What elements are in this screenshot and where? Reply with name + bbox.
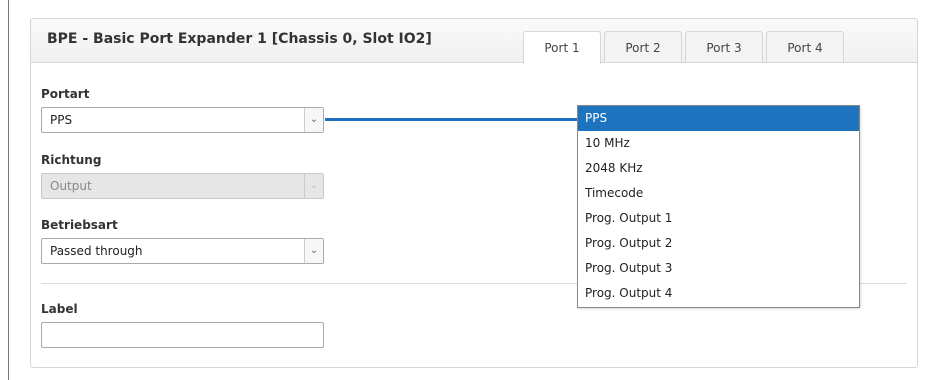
betriebsart-value: Passed through <box>50 244 143 258</box>
dropdown-option-10mhz[interactable]: 10 MHz <box>578 131 859 156</box>
betriebsart-select[interactable]: Passed through ⌄ <box>41 238 324 264</box>
portart-select[interactable]: PPS ⌄ <box>41 107 324 133</box>
dropdown-connector-line <box>325 118 577 121</box>
label-input[interactable] <box>41 322 324 348</box>
chevron-down-icon[interactable]: ⌄ <box>304 239 323 263</box>
tab-port-3[interactable]: Port 3 <box>685 31 763 62</box>
dropdown-option-prog-output-4[interactable]: Prog. Output 4 <box>578 281 859 306</box>
dropdown-option-timecode[interactable]: Timecode <box>578 181 859 206</box>
richtung-label: Richtung <box>41 153 102 167</box>
betriebsart-label: Betriebsart <box>41 218 118 232</box>
tab-port-1[interactable]: Port 1 <box>523 31 601 64</box>
dropdown-option-2048khz[interactable]: 2048 KHz <box>578 156 859 181</box>
label-field-label: Label <box>41 302 78 316</box>
dropdown-option-prog-output-2[interactable]: Prog. Output 2 <box>578 231 859 256</box>
panel-title: BPE - Basic Port Expander 1 [Chassis 0, … <box>47 31 432 47</box>
richtung-select: Output ⌄ <box>41 173 324 199</box>
tab-port-2[interactable]: Port 2 <box>604 31 682 62</box>
chevron-down-icon: ⌄ <box>304 174 323 198</box>
richtung-value: Output <box>50 179 92 193</box>
portart-label: Portart <box>41 87 90 101</box>
window-edge-line <box>8 0 9 380</box>
dropdown-option-prog-output-1[interactable]: Prog. Output 1 <box>578 206 859 231</box>
portart-value: PPS <box>50 113 73 127</box>
dropdown-option-pps[interactable]: PPS <box>578 106 859 131</box>
chevron-down-icon[interactable]: ⌄ <box>304 108 323 132</box>
tab-port-4[interactable]: Port 4 <box>766 31 844 62</box>
portart-dropdown-list[interactable]: PPS 10 MHz 2048 KHz Timecode Prog. Outpu… <box>577 105 860 308</box>
dropdown-option-prog-output-3[interactable]: Prog. Output 3 <box>578 256 859 281</box>
panel-header: BPE - Basic Port Expander 1 [Chassis 0, … <box>31 19 917 64</box>
